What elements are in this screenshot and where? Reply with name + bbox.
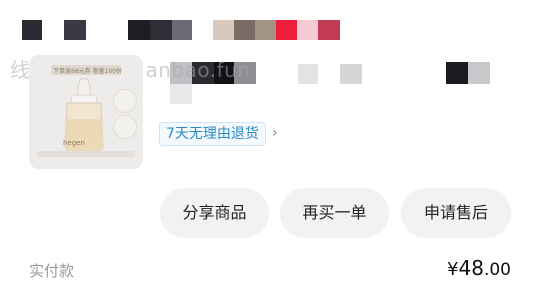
payment-label: 实付款 [29, 262, 75, 280]
brand-text: hegen [63, 139, 85, 147]
after-sale-button[interactable]: 申请售后 [401, 188, 511, 238]
feature-badge [113, 89, 137, 113]
order-card: 线报酷-new.xianbao.fun 下单返68元券 限量100份 hegen… [0, 0, 540, 297]
chevron-right-icon[interactable]: › [272, 124, 278, 142]
amount-decimal: .00 [483, 260, 511, 280]
thumbnail-shelf [37, 151, 135, 157]
currency-symbol: ¥ [447, 259, 459, 280]
product-thumbnail[interactable]: 下单返68元券 限量100份 hegen [29, 55, 143, 169]
amount-integer: 48 [458, 256, 484, 280]
return-policy-tag[interactable]: 7天无理由退货 [159, 122, 266, 146]
buy-again-button[interactable]: 再买一单 [280, 188, 389, 238]
payment-amount: ¥48.00 [447, 256, 511, 280]
feature-badge [113, 115, 137, 139]
share-product-button[interactable]: 分享商品 [160, 188, 269, 238]
